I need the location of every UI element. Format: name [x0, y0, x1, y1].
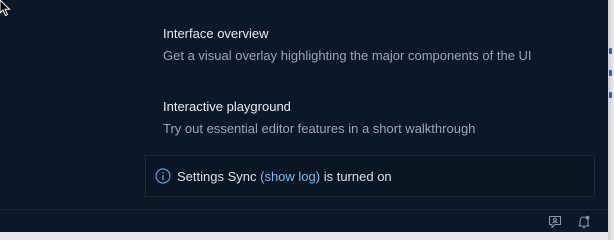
walkthrough-description: Get a visual overlay highlighting the ma…	[163, 48, 532, 63]
info-icon	[155, 168, 171, 184]
edge-marker	[609, 70, 612, 76]
show-log-link[interactable]: (show log)	[260, 169, 320, 184]
walkthrough-title: Interactive playground	[163, 99, 291, 114]
edge-marker	[609, 48, 612, 54]
notifications-bell-icon[interactable]	[576, 214, 592, 230]
walkthrough-title: Interface overview	[163, 26, 269, 41]
walkthrough-description: Try out essential editor features in a s…	[163, 121, 476, 136]
notification-message: Settings Sync (show log) is turned on	[177, 169, 392, 184]
walkthrough-interface-overview[interactable]: Interface overview Get a visual overlay …	[163, 26, 532, 64]
status-bar	[0, 209, 608, 232]
notification-suffix: is turned on	[323, 168, 392, 184]
editor-window: Interface overview Get a visual overlay …	[0, 0, 608, 232]
settings-sync-notification: Settings Sync (show log) is turned on	[145, 155, 595, 197]
walkthrough-interactive-playground[interactable]: Interactive playground Try out essential…	[163, 99, 475, 137]
window-edge	[608, 0, 614, 240]
notification-prefix: Settings Sync	[177, 168, 257, 184]
mouse-pointer-icon	[0, 0, 11, 17]
edge-marker	[609, 92, 612, 98]
feedback-icon[interactable]	[547, 214, 563, 230]
